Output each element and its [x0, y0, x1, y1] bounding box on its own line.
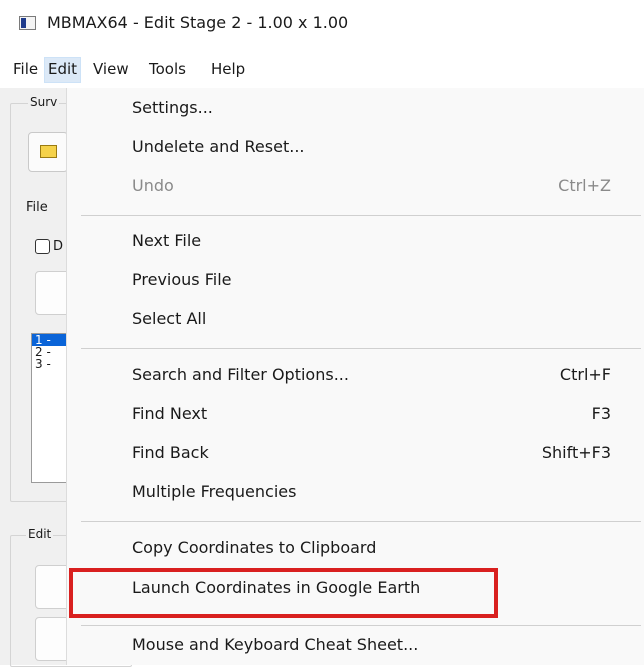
menu-item-find-next[interactable]: Find Next F3 — [67, 400, 644, 432]
app-icon — [19, 16, 36, 30]
menu-item-next-file[interactable]: Next File — [67, 227, 644, 259]
menu-item-label: Settings... — [132, 98, 213, 117]
folder-icon — [40, 145, 57, 158]
menu-item-label: Select All — [132, 309, 207, 328]
menu-item-select-all[interactable]: Select All — [67, 305, 644, 337]
menu-edit[interactable]: Edit — [44, 57, 82, 83]
highlight-annotation — [69, 568, 498, 618]
edit-menu-dropdown: Settings... Undelete and Reset... Undo C… — [66, 88, 644, 665]
menu-item-cheat-sheet[interactable]: Mouse and Keyboard Cheat Sheet... — [67, 631, 644, 663]
menu-item-label: Undo — [132, 176, 174, 195]
menu-item-multiple-frequencies[interactable]: Multiple Frequencies — [67, 478, 644, 510]
menu-item-shortcut: Ctrl+F — [559, 365, 611, 384]
menu-item-find-back[interactable]: Find Back Shift+F3 — [67, 439, 644, 471]
menu-item-label: Previous File — [132, 270, 232, 289]
menu-item-undelete-reset[interactable]: Undelete and Reset... — [67, 133, 644, 165]
menu-item-label: Next File — [132, 231, 202, 250]
menu-bar: File Edit View Tools Help — [0, 48, 644, 88]
window-title: MBMAX64 - Edit Stage 2 - 1.00 x 1.00 — [47, 13, 349, 32]
menu-help[interactable]: Help — [211, 58, 245, 82]
menu-item-undo: Undo Ctrl+Z — [67, 172, 644, 204]
menu-item-label: Multiple Frequencies — [132, 482, 297, 501]
survey-group-label: Surv — [28, 95, 60, 109]
menu-item-copy-coordinates[interactable]: Copy Coordinates to Clipboard — [67, 534, 644, 566]
menu-item-settings[interactable]: Settings... — [67, 94, 644, 126]
menu-item-search-filter[interactable]: Search and Filter Options... Ctrl+F — [67, 361, 644, 393]
open-folder-button[interactable] — [28, 132, 68, 172]
menu-separator — [81, 521, 641, 522]
menu-item-label: Undelete and Reset... — [132, 137, 305, 156]
menu-item-label: Mouse and Keyboard Cheat Sheet... — [132, 635, 419, 654]
menu-separator — [81, 215, 641, 216]
menu-separator — [81, 625, 641, 626]
option-checkbox[interactable] — [35, 239, 50, 254]
menu-item-shortcut: Shift+F3 — [541, 443, 611, 462]
checkbox-label: D — [53, 239, 64, 254]
menu-item-label: Copy Coordinates to Clipboard — [132, 538, 377, 557]
title-bar: MBMAX64 - Edit Stage 2 - 1.00 x 1.00 — [0, 0, 644, 48]
menu-tools[interactable]: Tools — [149, 58, 186, 82]
menu-file[interactable]: File — [13, 58, 38, 82]
menu-item-previous-file[interactable]: Previous File — [67, 266, 644, 298]
menu-item-label: Find Next — [132, 404, 208, 423]
file-label: File — [26, 200, 48, 215]
menu-item-shortcut: Ctrl+Z — [558, 176, 611, 195]
menu-view[interactable]: View — [93, 58, 129, 82]
menu-item-label: Search and Filter Options... — [132, 365, 349, 384]
menu-item-label: Find Back — [132, 443, 209, 462]
edit-group-label: Edit — [26, 527, 54, 541]
menu-item-shortcut: F3 — [591, 404, 611, 423]
menu-separator — [81, 348, 641, 349]
